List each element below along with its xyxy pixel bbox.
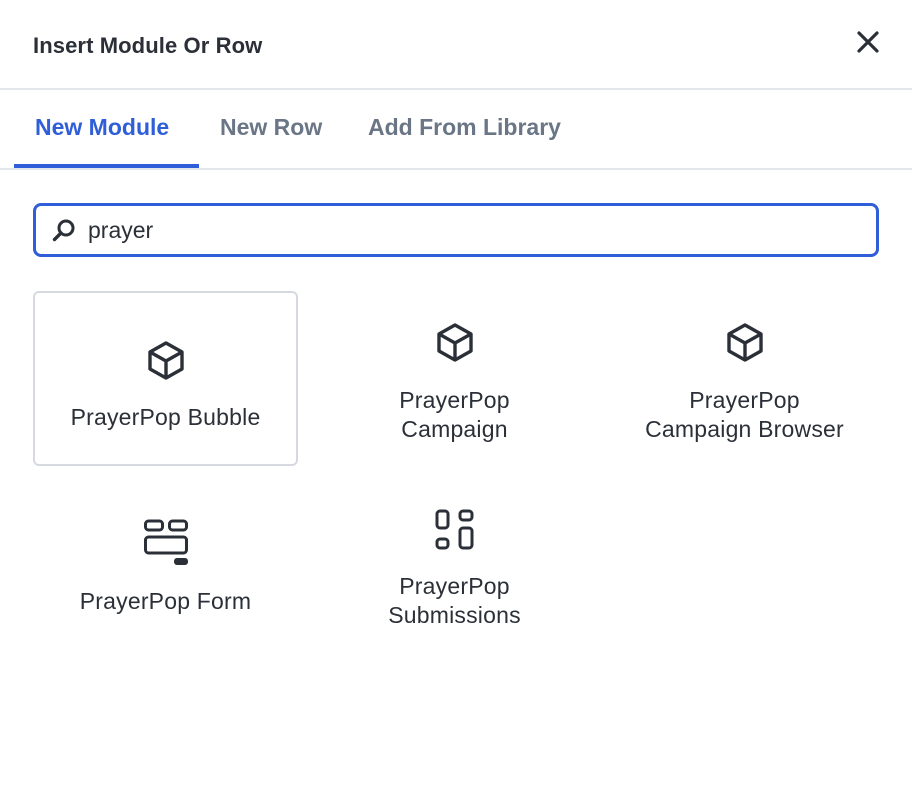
module-label-line2: Campaign Browser	[645, 416, 844, 442]
dialog-header: Insert Module Or Row	[0, 0, 912, 90]
tab-new-module[interactable]: New Module	[35, 114, 169, 141]
module-label-line1: PrayerPop	[399, 573, 510, 599]
cube-icon	[726, 323, 763, 362]
search-icon	[52, 219, 75, 242]
grid-layout-icon	[435, 509, 473, 550]
cube-icon	[147, 341, 184, 380]
tab-add-from-library[interactable]: Add From Library	[368, 114, 561, 141]
module-label: PrayerPop Form	[79, 588, 252, 614]
tab-bar: New Module New Row Add From Library	[0, 90, 912, 170]
close-icon[interactable]	[852, 26, 884, 58]
module-label-line2: Submissions	[388, 602, 521, 628]
tab-new-row[interactable]: New Row	[220, 114, 322, 141]
search-box[interactable]	[33, 203, 879, 257]
dialog-title: Insert Module Or Row	[33, 33, 263, 58]
module-label-line1: PrayerPop	[689, 387, 800, 413]
cube-icon	[436, 323, 473, 362]
active-tab-indicator	[14, 164, 199, 168]
form-layout-icon	[143, 519, 188, 565]
module-prayerpop-campaign-browser[interactable]: PrayerPop Campaign Browser	[612, 291, 877, 466]
module-label-line1: PrayerPop	[399, 387, 510, 413]
module-prayerpop-campaign[interactable]: PrayerPop Campaign	[322, 291, 587, 466]
module-prayerpop-form[interactable]: PrayerPop Form	[33, 493, 298, 668]
module-label: PrayerPop Bubble	[70, 404, 261, 430]
module-prayerpop-bubble[interactable]: PrayerPop Bubble	[33, 291, 298, 466]
module-prayerpop-submissions[interactable]: PrayerPop Submissions	[322, 493, 587, 668]
search-input[interactable]	[88, 214, 848, 246]
module-label-line2: Campaign	[401, 416, 508, 442]
